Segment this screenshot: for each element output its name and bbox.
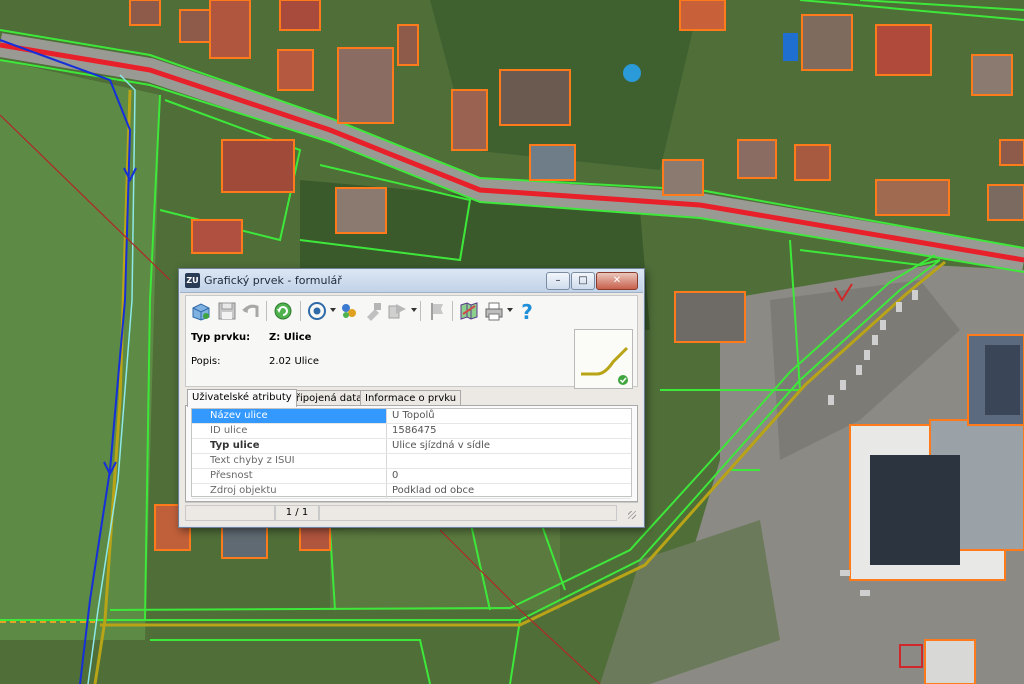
maximize-button[interactable]: □ [571,272,595,290]
attribute-name: Přesnost [192,469,387,483]
status-bar: 1 / 1 [185,502,638,521]
attribute-name: ID ulice [192,424,387,438]
map-icon[interactable] [458,300,480,322]
toolbar-separator [420,301,421,321]
attribute-value[interactable]: U Topolů [388,409,631,423]
minimize-button[interactable]: – [546,272,570,290]
attribute-value[interactable]: 0 [388,469,631,483]
table-row[interactable]: Text chyby z ISUI [192,454,631,469]
table-row[interactable]: Zdroj objektu Podklad od obce [192,484,631,499]
open-icon[interactable] [190,300,212,322]
undo-icon[interactable] [240,300,262,322]
toolbar-separator [266,301,267,321]
refresh-icon[interactable] [272,300,294,322]
table-row[interactable]: Přesnost 0 [192,469,631,484]
description-value: 2.02 Ulice [269,356,319,367]
attribute-name: Název ulice [192,409,387,423]
status-cell-empty [319,505,617,521]
description-label: Popis: [191,356,221,367]
record-pager: 1 / 1 [275,505,319,521]
flag-icon[interactable] [426,300,448,322]
toolbar: ? [185,295,638,327]
window-title: Grafický prvek - formulář [204,274,342,287]
table-row[interactable]: ID ulice 1586475 [192,424,631,439]
tab-strip: Uživatelské atributy Připojená data Info… [185,389,638,407]
tool-icon[interactable] [363,300,385,322]
status-cell-empty [185,505,275,521]
table-row[interactable]: Typ ulice Ulice sjízdná v sídle [192,439,631,454]
attributes-panel: Název ulice U Topolů ID ulice 1586475 Ty… [185,405,638,502]
title-bar[interactable]: ZU Grafický prvek - formulář – □ ✕ [180,270,643,293]
feature-type-value: Z: Ulice [269,332,312,343]
feature-preview [574,329,633,389]
close-button[interactable]: ✕ [596,272,638,290]
tab-user-attributes[interactable]: Uživatelské atributy [187,389,297,407]
locate-icon[interactable] [306,300,328,322]
copy-icon[interactable] [386,300,408,322]
svg-text:?: ? [521,300,533,322]
app-icon: ZU [185,273,200,288]
feature-info: Typ prvku: Z: Ulice Popis: 2.02 Ulice [185,326,638,389]
attribute-value[interactable]: Podklad od obce [388,484,631,498]
toolbar-separator [300,301,301,321]
attribute-value[interactable]: 1586475 [388,424,631,438]
attributes-grid[interactable]: Název ulice U Topolů ID ulice 1586475 Ty… [191,408,632,499]
print-icon[interactable] [483,300,505,322]
attribute-name: Typ ulice [192,439,387,453]
valid-check-icon [618,375,628,385]
attribute-value[interactable]: Ulice sjízdná v sídle [388,439,631,453]
layers-icon[interactable] [338,300,360,322]
tab-attached-data[interactable]: Připojená data [285,390,368,406]
attribute-name: Zdroj objektu [192,484,387,498]
chevron-down-icon[interactable] [330,308,336,312]
feature-type-label: Typ prvku: [191,332,251,343]
tab-feature-info[interactable]: Informace o prvku [360,390,462,406]
table-row[interactable]: Název ulice U Topolů [192,409,631,424]
save-icon[interactable] [216,300,238,322]
resize-grip[interactable] [628,511,636,519]
help-icon[interactable]: ? [516,300,538,324]
chevron-down-icon[interactable] [507,308,513,312]
feature-form-dialog[interactable]: ZU Grafický prvek - formulář – □ ✕ ? Typ… [178,268,645,528]
chevron-down-icon[interactable] [411,308,417,312]
attribute-name: Text chyby z ISUI [192,454,387,468]
toolbar-separator [452,301,453,321]
